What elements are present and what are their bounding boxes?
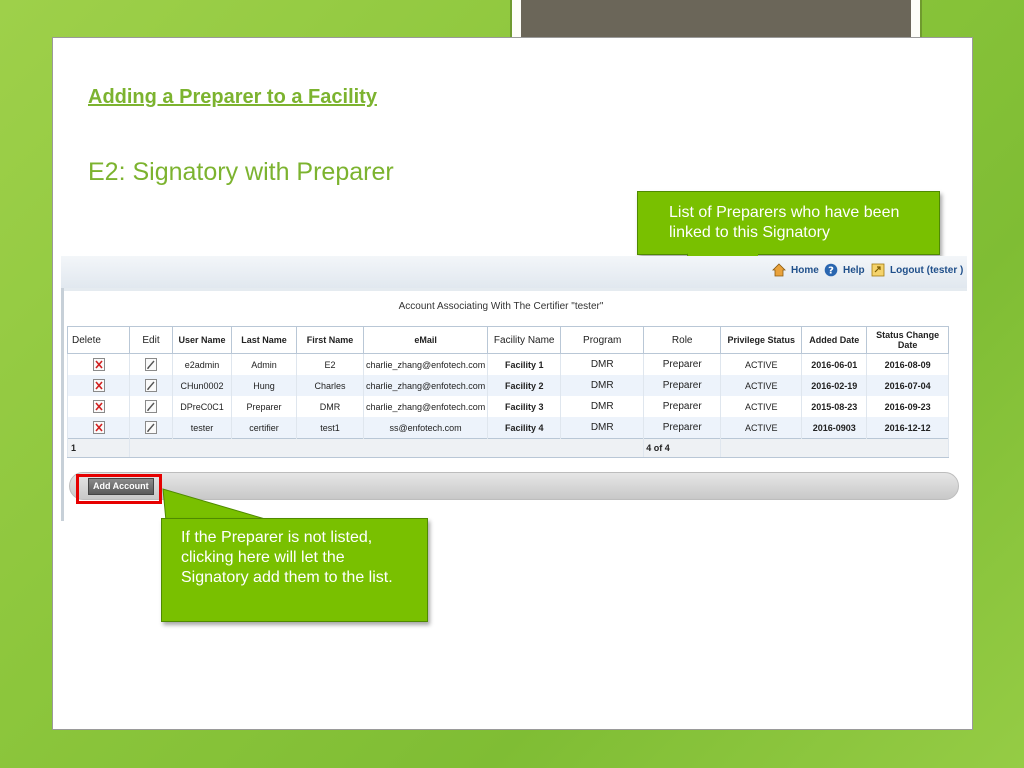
cell-email: charlie_zhang@enfotech.com — [362, 353, 489, 375]
col-edit: Edit — [129, 326, 173, 354]
frame-border — [61, 288, 967, 291]
cell-user-name: DPreC0C1 — [172, 396, 232, 417]
col-added-date: Added Date — [801, 326, 868, 354]
cell-user-name: e2admin — [172, 353, 232, 375]
cell-role: Preparer — [643, 396, 722, 417]
col-facility-name: Facility Name — [487, 326, 562, 354]
cell-email: ss@enfotech.com — [362, 417, 489, 439]
delete-icon[interactable] — [92, 379, 105, 392]
cell-added-date: 2016-02-19 — [801, 375, 868, 396]
cell-user-name: CHun0002 — [172, 375, 232, 396]
cell-status-change-date: 2016-12-12 — [866, 417, 949, 439]
cell-program: DMR — [560, 417, 645, 439]
cell-privilege-status: ACTIVE — [720, 375, 803, 396]
cell-privilege-status: ACTIVE — [720, 353, 803, 375]
delete-icon[interactable] — [92, 400, 105, 413]
callout-preparers-list: List of Preparers who have been linked t… — [637, 191, 940, 255]
table-footer: 1 4 of 4 — [67, 438, 949, 458]
svg-text:?: ? — [828, 266, 834, 277]
record-count: 4 of 4 — [643, 438, 722, 458]
edit-icon[interactable] — [145, 358, 157, 371]
cell-email: charlie_zhang@enfotech.com — [362, 375, 489, 396]
home-icon — [772, 263, 786, 277]
callout-add-account: If the Preparer is not listed, clicking … — [161, 518, 428, 622]
col-email: eMail — [362, 326, 489, 354]
cell-first-name: test1 — [296, 417, 364, 439]
col-program: Program — [560, 326, 645, 354]
cell-first-name: DMR — [296, 396, 364, 417]
cell-added-date: 2016-06-01 — [801, 353, 868, 375]
cell-role: Preparer — [643, 353, 722, 375]
home-label: Home — [791, 264, 819, 276]
edit-icon[interactable] — [145, 421, 157, 434]
logout-link[interactable]: Logout (tester ) — [871, 261, 963, 279]
col-last-name: Last Name — [231, 326, 297, 354]
cell-last-name: certifier — [231, 417, 297, 439]
home-link[interactable]: Home — [772, 261, 819, 279]
table-row: CHun0002 Hung Charles charlie_zhang@enfo… — [67, 375, 949, 396]
cell-facility-name: Facility 4 — [487, 417, 562, 439]
help-link[interactable]: ? Help — [824, 261, 865, 279]
callout-text: List of Preparers who have been linked t… — [669, 204, 900, 241]
cell-facility-name: Facility 2 — [487, 375, 562, 396]
cell-role: Preparer — [643, 417, 722, 439]
cell-status-change-date: 2016-09-23 — [866, 396, 949, 417]
page-number[interactable]: 1 — [67, 438, 130, 458]
col-delete: Delete — [67, 326, 130, 354]
cell-program: DMR — [560, 396, 645, 417]
cell-first-name: E2 — [296, 353, 364, 375]
frame-border — [61, 288, 64, 521]
cell-role: Preparer — [643, 375, 722, 396]
col-role: Role — [643, 326, 722, 354]
cell-added-date: 2016-0903 — [801, 417, 868, 439]
col-first-name: First Name — [296, 326, 364, 354]
cell-first-name: Charles — [296, 375, 364, 396]
cell-last-name: Admin — [231, 353, 297, 375]
cell-user-name: tester — [172, 417, 232, 439]
logout-icon — [871, 263, 885, 277]
table-row: e2admin Admin E2 charlie_zhang@enfotech.… — [67, 353, 949, 375]
slide-title: Adding a Preparer to a Facility — [88, 86, 377, 108]
logout-label: Logout (tester ) — [890, 264, 964, 276]
callout-text: If the Preparer is not listed, clicking … — [181, 529, 393, 586]
app-topbar: Home ? Help Logout (tester ) — [61, 256, 967, 289]
cell-added-date: 2015-08-23 — [801, 396, 868, 417]
edit-icon[interactable] — [145, 400, 157, 413]
cell-last-name: Hung — [231, 375, 297, 396]
accounts-table: Delete Edit User Name Last Name First Na… — [67, 326, 949, 458]
cell-last-name: Preparer — [231, 396, 297, 417]
help-label: Help — [843, 264, 865, 276]
app-window: Home ? Help Logout (tester ) Account Ass… — [61, 256, 967, 521]
cell-status-change-date: 2016-08-09 — [866, 353, 949, 375]
table-row: DPreC0C1 Preparer DMR charlie_zhang@enfo… — [67, 396, 949, 417]
slide-subtitle: E2: Signatory with Preparer — [88, 158, 394, 186]
help-icon: ? — [824, 263, 838, 277]
cell-status-change-date: 2016-07-04 — [866, 375, 949, 396]
delete-icon[interactable] — [92, 421, 105, 434]
cell-facility-name: Facility 3 — [487, 396, 562, 417]
cell-program: DMR — [560, 375, 645, 396]
edit-icon[interactable] — [145, 379, 157, 392]
table-row: tester certifier test1 ss@enfotech.com F… — [67, 417, 949, 439]
cell-privilege-status: ACTIVE — [720, 396, 803, 417]
highlight-box — [76, 474, 162, 504]
col-user-name: User Name — [172, 326, 232, 354]
cell-program: DMR — [560, 353, 645, 375]
col-status-change-date: Status Change Date — [866, 326, 949, 354]
delete-icon[interactable] — [92, 358, 105, 371]
grid-caption: Account Associating With The Certifier "… — [398, 301, 604, 312]
cell-privilege-status: ACTIVE — [720, 417, 803, 439]
cell-facility-name: Facility 1 — [487, 353, 562, 375]
col-privilege-status: Privilege Status — [720, 326, 803, 354]
cell-email: charlie_zhang@enfotech.com — [362, 396, 489, 417]
